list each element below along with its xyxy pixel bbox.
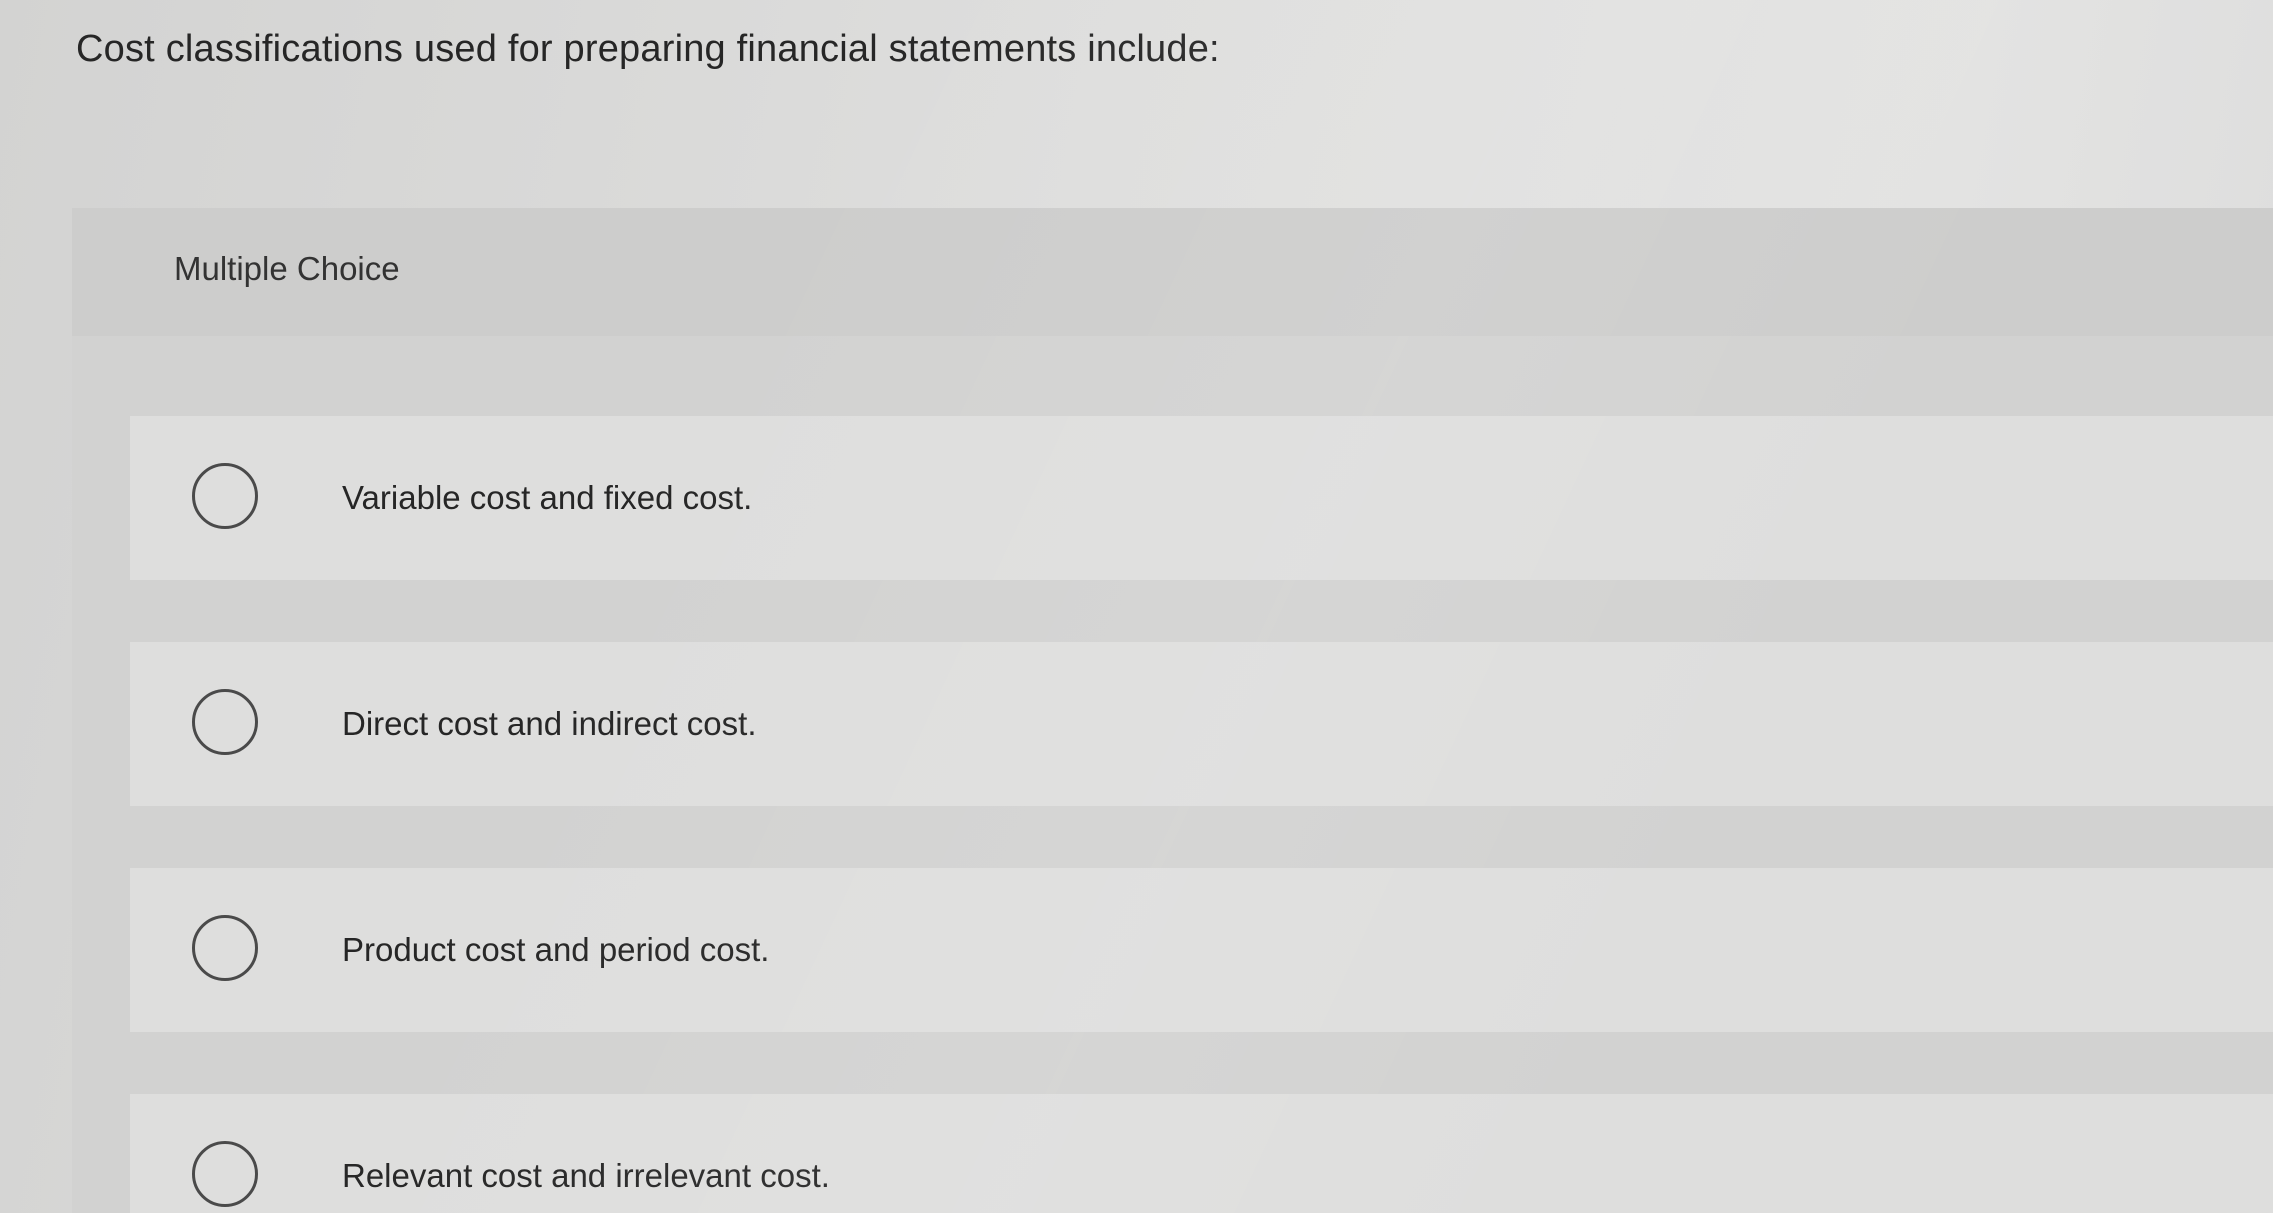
radio-unselected-icon[interactable] xyxy=(192,1141,258,1207)
answer-option-label: Relevant cost and irrelevant cost. xyxy=(342,1157,830,1194)
multiple-choice-panel: Multiple Choice Variable cost and fixed … xyxy=(72,208,2273,1213)
answer-option-d[interactable]: Relevant cost and irrelevant cost. xyxy=(130,1094,2273,1213)
answer-option-label: Product cost and period cost. xyxy=(342,931,770,968)
answer-option-label: Variable cost and fixed cost. xyxy=(342,479,753,516)
radio-unselected-icon[interactable] xyxy=(192,463,258,529)
answer-option-c[interactable]: Product cost and period cost. xyxy=(130,868,2273,1032)
radio-unselected-icon[interactable] xyxy=(192,915,258,981)
radio-unselected-icon[interactable] xyxy=(192,689,258,755)
answer-option-b[interactable]: Direct cost and indirect cost. xyxy=(130,642,2273,806)
answer-option-label: Direct cost and indirect cost. xyxy=(342,705,757,742)
multiple-choice-header: Multiple Choice xyxy=(72,208,2273,336)
question-text: Cost classifications used for preparing … xyxy=(76,28,1220,70)
quiz-page: Cost classifications used for preparing … xyxy=(0,0,2273,1213)
answer-option-a[interactable]: Variable cost and fixed cost. xyxy=(130,416,2273,580)
multiple-choice-label: Multiple Choice xyxy=(174,250,400,287)
